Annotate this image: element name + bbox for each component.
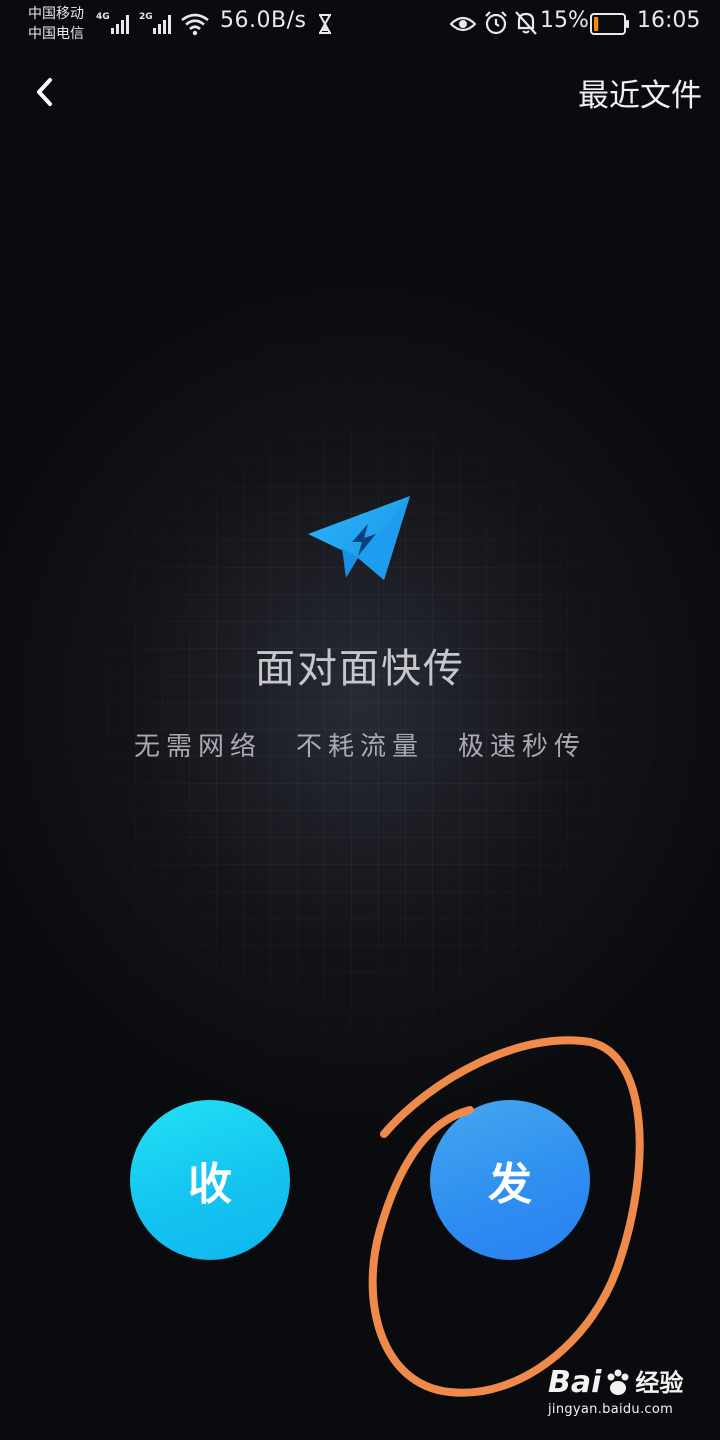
network-type-2: 2G — [139, 12, 153, 22]
send-button[interactable]: 发 — [430, 1100, 590, 1260]
signal-icon — [153, 15, 171, 34]
receive-button[interactable]: 收 — [130, 1100, 290, 1260]
baidu-watermark: Bai 经验 jingyan.baidu.com — [548, 1366, 698, 1418]
eye-icon — [450, 16, 476, 32]
feature-item: 无需网络 — [133, 732, 262, 762]
page-title: 面对面快传 — [255, 646, 465, 692]
watermark-brand: Bai — [548, 1365, 602, 1400]
screen: 中国移动 中国电信 4G 2G 56.0B/s 15% 16:05 最近文件 面… — [0, 0, 720, 1440]
wifi-icon — [181, 13, 209, 36]
battery-percent: 15% — [540, 8, 589, 33]
signal-icon — [111, 15, 129, 34]
feature-item: 极速秒传 — [458, 732, 587, 762]
feature-item: 不耗流量 — [295, 732, 424, 762]
feature-list: 无需网络 不耗流量 极速秒传 — [0, 726, 720, 763]
chevron-left-icon — [37, 78, 52, 106]
status-bar: 中国移动 中国电信 4G 2G 56.0B/s 15% 16:05 — [0, 0, 720, 48]
watermark-logo: Bai 经验 — [548, 1366, 698, 1400]
bell-off-icon — [515, 11, 537, 35]
hourglass-icon — [319, 14, 331, 34]
carrier-name-2: 中国电信 — [28, 26, 84, 42]
battery-icon — [590, 13, 629, 35]
watermark-url: jingyan.baidu.com — [548, 1402, 674, 1417]
carrier-name-1: 中国移动 — [28, 6, 84, 22]
watermark-brand-cn: 经验 — [635, 1369, 684, 1397]
back-button[interactable] — [22, 68, 70, 116]
paper-plane-icon — [308, 496, 410, 580]
clock: 16:05 — [637, 8, 701, 33]
background-grid — [0, 0, 720, 1440]
network-type-1: 4G — [96, 12, 110, 22]
network-speed: 56.0B/s — [220, 8, 307, 33]
carrier-info: 中国移动 中国电信 — [28, 4, 84, 44]
alarm-icon — [485, 11, 507, 35]
recent-files-button[interactable]: 最近文件 — [578, 70, 702, 115]
paw-icon — [607, 1369, 629, 1395]
